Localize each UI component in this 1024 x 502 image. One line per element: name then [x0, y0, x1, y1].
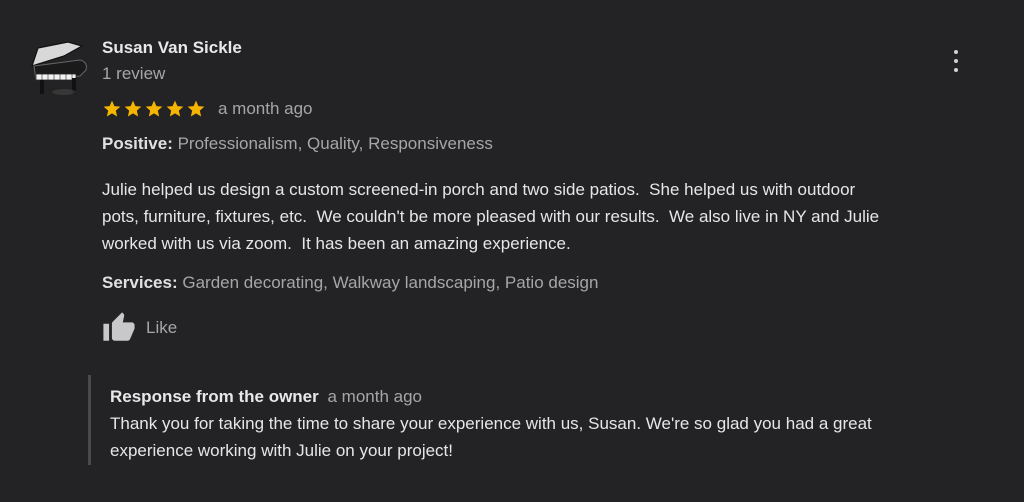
review-text-line: pots, furniture, fixtures, etc. We could… [102, 207, 880, 226]
positive-label: Positive: [102, 134, 173, 153]
more-options-button[interactable] [944, 48, 968, 74]
thumbs-up-icon [103, 312, 135, 341]
star-icon [124, 100, 142, 117]
owner-response-header: Response from the owner a month ago [110, 386, 422, 408]
more-vert-icon [954, 68, 958, 72]
like-button[interactable]: Like [102, 310, 177, 346]
services-label: Services: [102, 273, 178, 292]
rating-row: a month ago [102, 97, 313, 121]
more-vert-icon [954, 50, 958, 54]
services-value: Garden decorating, Walkway landscaping, … [182, 273, 599, 292]
star-icon [145, 100, 163, 117]
like-label: Like [146, 318, 178, 337]
owner-response-title: Response from the owner [110, 387, 319, 406]
star-icon [187, 100, 205, 117]
grand-piano-icon[interactable] [28, 36, 92, 100]
owner-response-time: a month ago [327, 387, 423, 406]
star-rating [102, 99, 206, 119]
owner-response-line: experience working with Julie on your pr… [110, 441, 454, 460]
star-icon [166, 100, 184, 117]
review-time: a month ago [218, 99, 313, 118]
reviewer-name[interactable]: Susan Van Sickle [102, 37, 242, 59]
positive-attributes: Positive: Professionalism, Quality, Resp… [102, 133, 493, 155]
star-icon [103, 100, 121, 117]
review-text-line: Julie helped us design a custom screened… [102, 180, 856, 199]
positive-value: Professionalism, Quality, Responsiveness [177, 134, 493, 153]
review-body: Julie helped us design a custom screened… [102, 176, 1002, 257]
more-vert-icon [954, 59, 958, 63]
review-count[interactable]: 1 review [102, 63, 165, 85]
owner-response: Response from the owner a month ago Than… [88, 375, 988, 465]
review-card: Susan Van Sickle 1 review a month ago Po… [0, 0, 1024, 502]
services-attributes: Services: Garden decorating, Walkway lan… [102, 272, 598, 294]
owner-response-line: Thank you for taking the time to share y… [110, 414, 872, 433]
review-text-line: worked with us via zoom. It has been an … [102, 234, 571, 253]
owner-response-body: Thank you for taking the time to share y… [110, 410, 990, 464]
